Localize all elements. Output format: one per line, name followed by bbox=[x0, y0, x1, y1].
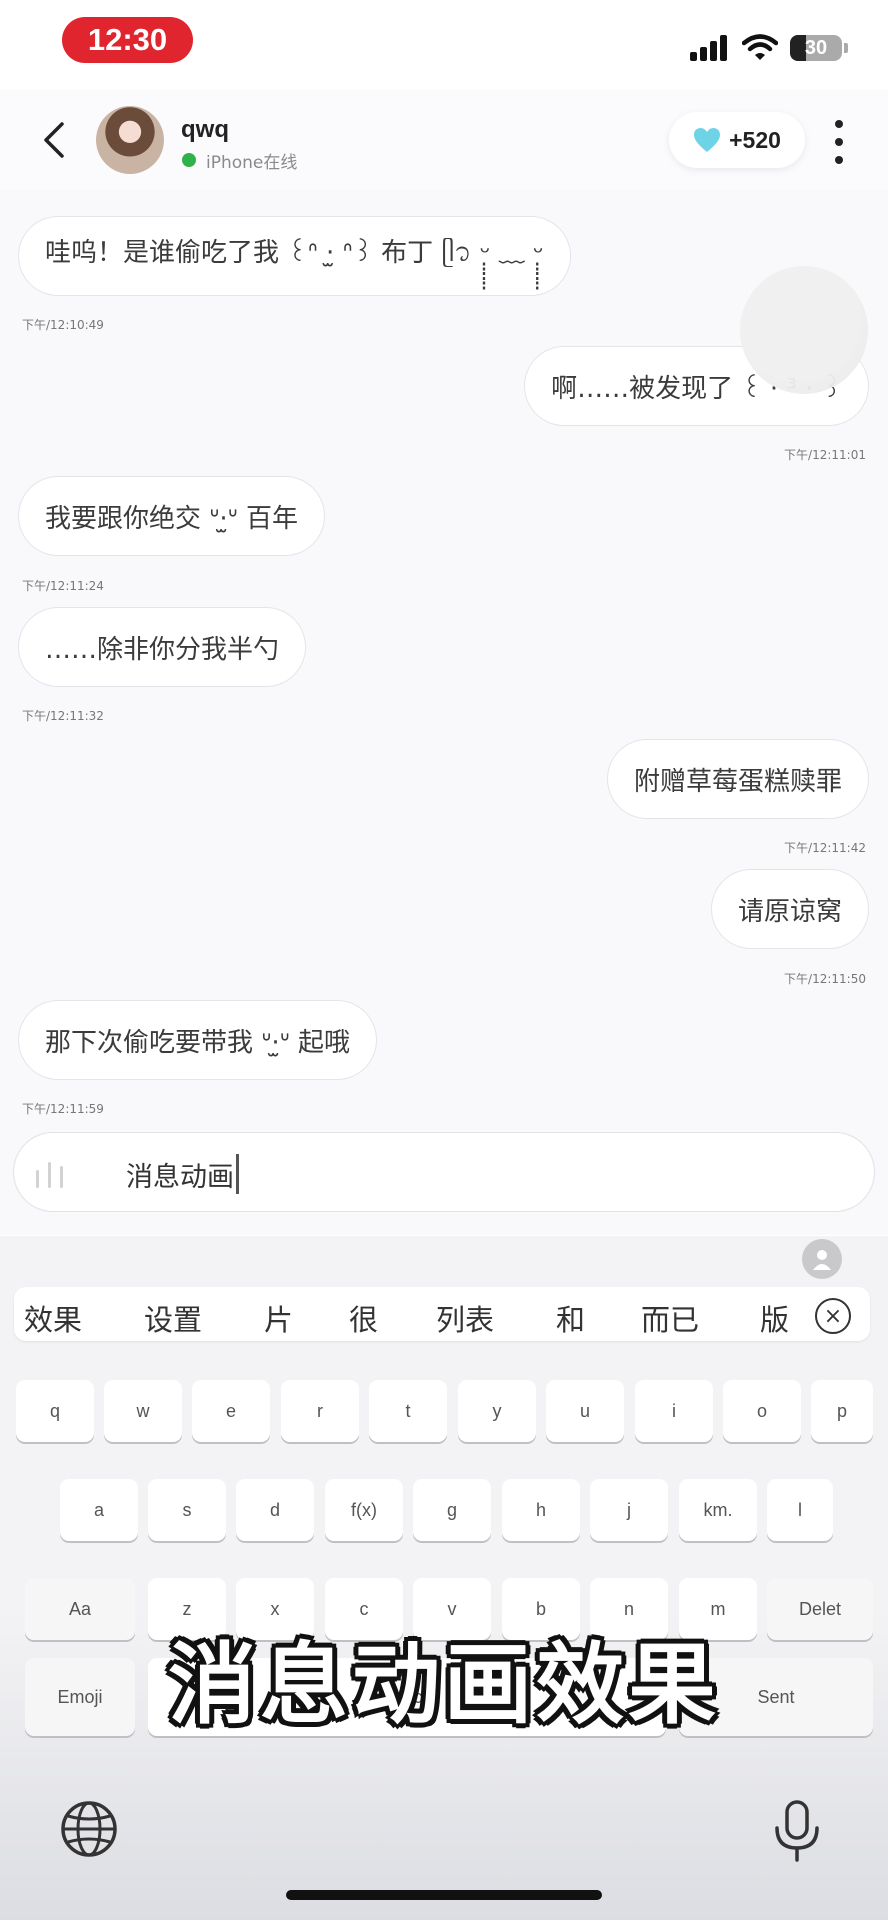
cellular-signal-icon bbox=[690, 35, 727, 61]
close-candidates-icon[interactable]: × bbox=[815, 1298, 851, 1334]
key-g[interactable]: g bbox=[413, 1479, 491, 1541]
heart-badge[interactable]: +520 bbox=[669, 112, 805, 168]
message-bubble-right[interactable]: 附赠草莓蛋糕赎罪 bbox=[606, 739, 869, 819]
message-bubble-left[interactable]: 那下次偷吃要带我 ᐡ·̫ᐡ 起哦 bbox=[18, 1000, 378, 1080]
home-indicator[interactable] bbox=[286, 1890, 602, 1900]
key-s[interactable]: s bbox=[148, 1479, 226, 1541]
floating-assistive-button[interactable] bbox=[740, 266, 868, 394]
key-e[interactable]: e bbox=[192, 1380, 270, 1442]
key-p[interactable]: p bbox=[811, 1380, 873, 1442]
text-caret bbox=[236, 1154, 239, 1194]
key-w[interactable]: w bbox=[104, 1380, 182, 1442]
message-bubble-right[interactable]: 请原谅窝 bbox=[710, 869, 869, 949]
candidate-word[interactable]: 效果 bbox=[24, 1297, 82, 1339]
key-j[interactable]: j bbox=[590, 1479, 668, 1541]
voice-wave-icon[interactable] bbox=[36, 1158, 63, 1188]
online-status-dot bbox=[182, 153, 196, 167]
back-chevron-icon[interactable] bbox=[38, 120, 74, 160]
battery-level: 30 bbox=[804, 36, 828, 59]
message-timestamp: 下午/12:11:59 bbox=[22, 1102, 104, 1116]
key-f[interactable]: f(x) bbox=[325, 1479, 403, 1541]
key-o[interactable]: o bbox=[723, 1380, 801, 1442]
candidate-word[interactable]: 而已 bbox=[641, 1297, 699, 1339]
message-timestamp: 下午/12:11:01 bbox=[784, 448, 866, 462]
key-h[interactable]: h bbox=[502, 1479, 580, 1541]
candidate-word[interactable]: 列表 bbox=[436, 1297, 494, 1339]
message-timestamp: 下午/12:10:49 bbox=[22, 318, 104, 332]
wifi-icon bbox=[742, 34, 778, 60]
status-time: 12:30 bbox=[62, 17, 193, 63]
online-status-text: iPhone在线 bbox=[206, 153, 298, 173]
status-icons: 30 bbox=[690, 28, 848, 68]
message-timestamp: 下午/12:11:24 bbox=[22, 579, 104, 593]
message-bubble-left[interactable]: ……除非你分我半勺 bbox=[18, 607, 307, 687]
key-q[interactable]: q bbox=[16, 1380, 94, 1442]
key-d[interactable]: d bbox=[236, 1479, 314, 1541]
key-t[interactable]: t bbox=[369, 1380, 447, 1442]
key-y[interactable]: y bbox=[458, 1380, 536, 1442]
message-timestamp: 下午/12:11:42 bbox=[784, 841, 866, 855]
key-u[interactable]: u bbox=[546, 1380, 624, 1442]
heart-icon bbox=[694, 128, 721, 152]
contact-avatar[interactable] bbox=[96, 106, 164, 174]
message-bubble-left[interactable]: 哇呜！是谁偷吃了我 ꒰ᐢ ·̫ ᐢ꒱ 布丁 ᥫ᭡ ᵕ̣̣̣̣̣̣ ﹏ ᵕ̣̣̣̣… bbox=[18, 216, 571, 296]
key-k[interactable]: km. bbox=[679, 1479, 757, 1541]
message-input-value: 消息动画 bbox=[126, 1161, 234, 1193]
more-options-icon[interactable] bbox=[834, 120, 844, 164]
microphone-icon[interactable] bbox=[772, 1800, 822, 1862]
candidate-word[interactable]: 设置 bbox=[144, 1297, 202, 1339]
globe-icon[interactable] bbox=[60, 1800, 118, 1858]
contact-name: qwq bbox=[181, 116, 229, 143]
message-timestamp: 下午/12:11:50 bbox=[784, 972, 866, 986]
candidate-word[interactable]: 和 bbox=[556, 1297, 585, 1339]
key-i[interactable]: i bbox=[635, 1380, 713, 1442]
video-subtitle: 消息动画效果 bbox=[167, 1633, 720, 1736]
key-r[interactable]: r bbox=[281, 1380, 359, 1442]
candidate-word[interactable]: 很 bbox=[349, 1297, 378, 1339]
message-bubble-left[interactable]: 我要跟你绝交 ᐡ·̫ᐡ 百年 bbox=[18, 476, 326, 556]
message-input-text[interactable]: 消息动画 bbox=[126, 1152, 239, 1196]
candidate-word[interactable]: 版 bbox=[760, 1297, 789, 1339]
candidate-word[interactable]: 片 bbox=[264, 1297, 293, 1339]
heart-value: +520 bbox=[729, 126, 781, 153]
key-l[interactable]: l bbox=[767, 1479, 833, 1541]
message-timestamp: 下午/12:11:32 bbox=[22, 709, 104, 723]
battery-icon: 30 bbox=[790, 35, 842, 61]
keyboard-account-icon[interactable] bbox=[802, 1239, 842, 1279]
key-a[interactable]: a bbox=[60, 1479, 138, 1541]
